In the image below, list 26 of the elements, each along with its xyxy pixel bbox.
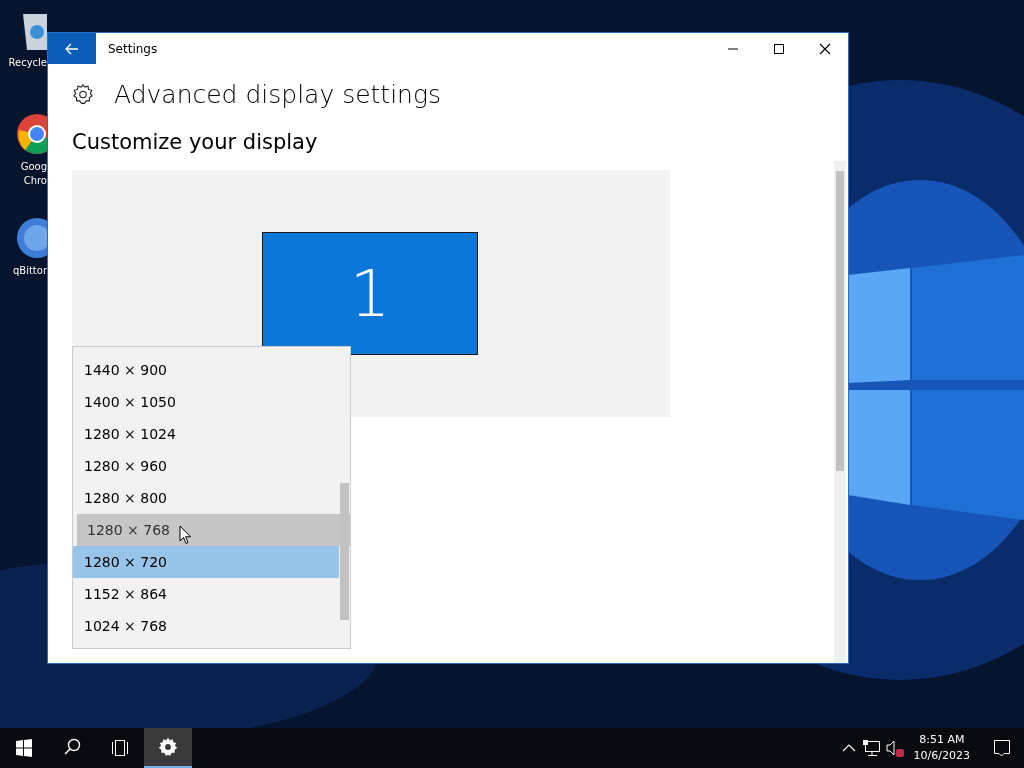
- resolution-option[interactable]: 1024 × 768: [73, 610, 339, 642]
- settings-taskbar-button[interactable]: [144, 728, 192, 768]
- window-title: Settings: [108, 41, 159, 56]
- resolution-option[interactable]: 1400 × 1050: [73, 386, 339, 418]
- clock-date[interactable]: 10/6/2023: [913, 748, 970, 764]
- resolution-option[interactable]: 1280 × 800: [73, 482, 339, 514]
- resolution-option[interactable]: 1440 × 900: [73, 354, 339, 386]
- back-arrow-icon: [65, 42, 79, 55]
- gear-icon: [72, 83, 94, 105]
- icon-label: qBittor: [12, 264, 47, 278]
- cursor-icon: [179, 525, 192, 545]
- resolution-option[interactable]: 1280 × 768: [77, 514, 350, 546]
- resolution-option[interactable]: 1280 × 1024: [73, 418, 339, 450]
- page-heading: Advanced display settings: [114, 79, 441, 109]
- clock-time[interactable]: 8:51 AM: [919, 732, 965, 748]
- section-heading: Customize your display: [72, 130, 319, 154]
- monitor-tile[interactable]: 1: [262, 232, 478, 355]
- gear-icon: [158, 737, 178, 757]
- scrollbar[interactable]: [834, 161, 846, 663]
- back-button[interactable]: [48, 33, 96, 64]
- icon-label: Goog: [20, 160, 47, 174]
- icon-label: Recycle: [8, 56, 47, 70]
- resolution-option[interactable]: 1152 × 864: [73, 578, 339, 610]
- icon-label: Chro: [23, 174, 47, 188]
- resolution-option[interactable]: 1280 × 960: [73, 450, 339, 482]
- resolution-option[interactable]: 1280 × 720: [73, 546, 339, 578]
